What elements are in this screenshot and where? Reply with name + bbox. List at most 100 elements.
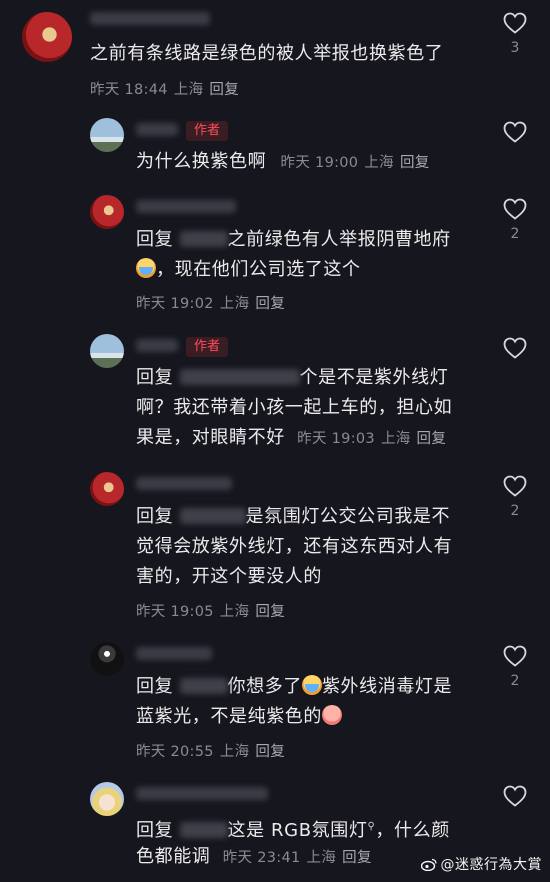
comment-meta: 昨天 19:05 上海 回复 <box>136 600 285 621</box>
heart-outline-icon <box>503 121 527 143</box>
username-blurred[interactable] <box>136 787 268 800</box>
comment-location: 上海 <box>306 850 337 866</box>
reply-button[interactable]: 回复 <box>417 431 447 447</box>
comment-body: 你想多了 <box>227 676 302 697</box>
heart-outline-icon <box>503 475 527 497</box>
comment-meta: 昨天 19:02 上海 回复 <box>136 292 285 313</box>
comment-body-cont: ，什么颜 <box>375 820 450 841</box>
comment-body-continued: 害的，开这个要没人的 <box>136 566 322 587</box>
comment-time: 昨天 19:00 <box>280 155 359 171</box>
comment-body-continued: 觉得会放紫外线灯，还有这东西对人有 <box>136 536 453 557</box>
comment-location: 上海 <box>219 744 250 760</box>
reply-button[interactable]: 回复 <box>400 155 430 171</box>
reply-prefix: 回复 <box>136 676 174 697</box>
comment-body-cont: 紫外线消毒灯是 <box>321 676 453 697</box>
comment-text: 回复 之前绿色有人举报阴曹地府 <box>136 226 451 254</box>
reply-prefix: 回复 <box>136 367 174 388</box>
weibo-logo-icon <box>420 858 437 871</box>
reply-button[interactable]: 回复 <box>209 82 239 98</box>
comment-time: 昨天 19:03 <box>297 431 375 447</box>
comment-meta: 昨天 18:44 上海 回复 <box>90 78 239 99</box>
comment-location: 上海 <box>219 296 250 312</box>
avatar[interactable] <box>90 782 124 816</box>
mention-blurred[interactable] <box>179 369 300 385</box>
comment-text-line2: 觉得会放紫外线灯，还有这东西对人有 <box>136 533 452 561</box>
peach-emoji-icon <box>322 705 342 725</box>
username-blurred[interactable] <box>136 647 212 660</box>
avatar[interactable] <box>90 642 124 676</box>
like-button[interactable] <box>502 121 528 143</box>
comment-body: 之前有条线路是绿色的被人举报也换紫色了 <box>90 43 444 64</box>
like-button[interactable]: 2 <box>502 645 528 689</box>
reply-button[interactable]: 回复 <box>342 850 372 866</box>
username-blurred[interactable] <box>136 339 178 352</box>
mention-blurred[interactable] <box>179 678 228 694</box>
comment-time: 昨天 19:05 <box>136 604 214 620</box>
username-blurred[interactable] <box>136 123 178 136</box>
comment-location: 上海 <box>173 82 204 98</box>
comment-location: 上海 <box>219 604 250 620</box>
like-button[interactable]: 2 <box>502 198 528 242</box>
comment-text-line3: 果是，对眼睛不好 昨天 19:03 上海 回复 <box>136 424 446 453</box>
comment-time: 昨天 18:44 <box>90 82 168 98</box>
reply-prefix: 回复 <box>136 229 174 250</box>
like-button[interactable]: 3 <box>502 12 528 56</box>
comment-body: 为什么换紫色啊 <box>136 151 267 172</box>
comment-text-line2: ，现在他们公司选了这个 <box>136 256 361 284</box>
like-button[interactable] <box>502 337 528 359</box>
comment-text: 回复 这是 RGB氛围灯⚲，什么颜 <box>136 813 450 845</box>
reply-button[interactable]: 回复 <box>255 744 285 760</box>
comment-body-continued: 色都能调 <box>136 846 211 867</box>
crying-emoji-icon <box>301 675 322 695</box>
comment-text: 之前有条线路是绿色的被人举报也换紫色了 <box>90 40 443 68</box>
heart-outline-icon <box>503 337 527 359</box>
avatar[interactable] <box>90 195 124 229</box>
heart-outline-icon <box>503 198 527 220</box>
mention-blurred[interactable] <box>179 508 246 524</box>
like-button[interactable]: 2 <box>502 475 528 519</box>
comment-body-continued: ，现在他们公司选了这个 <box>156 259 361 280</box>
comment-location: 上海 <box>364 155 394 171</box>
author-badge: 作者 <box>186 337 229 357</box>
comment-time: 昨天 23:41 <box>222 850 301 866</box>
comment-meta: 昨天 19:03 上海 回复 <box>297 431 446 447</box>
like-button[interactable] <box>502 785 528 807</box>
comment-time: 昨天 20:55 <box>136 744 214 760</box>
avatar[interactable] <box>90 118 124 152</box>
reply-prefix: 回复 <box>136 506 174 527</box>
watermark-text: @迷惑行為大賞 <box>440 857 542 873</box>
heart-outline-icon <box>503 785 527 807</box>
like-count: 2 <box>510 673 520 689</box>
comment-text-line2: 蓝紫光，不是纯紫色的 <box>136 703 342 731</box>
mention-blurred[interactable] <box>179 822 228 838</box>
comment-text-line2: 啊？我还带着小孩一起上车的，担心如 <box>136 394 452 422</box>
username-blurred[interactable] <box>136 200 236 213</box>
comment-meta: 昨天 20:55 上海 回复 <box>136 740 285 761</box>
comment-text-line3: 害的，开这个要没人的 <box>136 563 322 591</box>
avatar[interactable] <box>22 12 72 62</box>
comment-text: 回复 是氛围灯公交公司我是不 <box>136 503 450 531</box>
watermark: @迷惑行為大賞 <box>420 854 543 874</box>
comment-text: 为什么换紫色啊 昨天 19:00 上海 回复 <box>136 148 430 177</box>
comment-text: 回复 你想多了 紫外线消毒灯是 <box>136 673 452 701</box>
reply-prefix: 回复 <box>136 820 174 841</box>
comment-location: 上海 <box>380 431 411 447</box>
like-count: 2 <box>510 503 520 519</box>
comment-text: 回复 个是不是紫外线灯 <box>136 364 448 392</box>
username-blurred[interactable] <box>90 12 210 25</box>
author-badge: 作者 <box>186 121 229 141</box>
reply-button[interactable]: 回复 <box>255 296 285 312</box>
comment-body-continued: 啊？我还带着小孩一起上车的，担心如 <box>136 397 453 418</box>
comment-body[interactable]: 这是 RGB氛围灯 <box>228 820 368 841</box>
crying-emoji-icon <box>136 258 156 278</box>
like-count: 2 <box>510 226 520 242</box>
avatar[interactable] <box>90 334 124 368</box>
reply-button[interactable]: 回复 <box>255 604 285 620</box>
mention-blurred[interactable] <box>179 231 228 247</box>
like-count: 3 <box>510 40 520 56</box>
comment-body: 是氛围灯公交公司我是不 <box>245 506 451 527</box>
comment-body: 个是不是紫外线灯 <box>299 367 449 388</box>
comment-meta: 昨天 19:00 上海 回复 <box>281 155 430 171</box>
username-blurred[interactable] <box>136 477 232 490</box>
avatar[interactable] <box>90 472 124 506</box>
